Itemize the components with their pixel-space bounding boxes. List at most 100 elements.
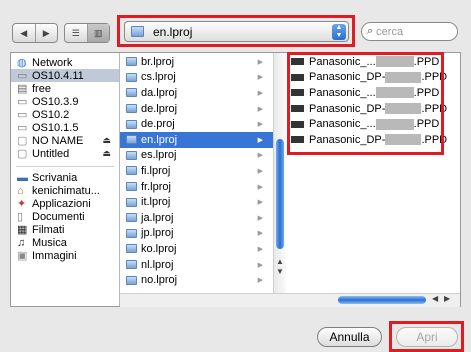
folder-scroll-thumb[interactable]	[276, 139, 284, 249]
scroll-up-icon[interactable]: ▲	[276, 257, 284, 266]
folder-label: de.proj	[141, 118, 175, 131]
search-field[interactable]: ⌕ cerca	[361, 22, 458, 41]
blank-disk-icon: ▢	[17, 134, 28, 147]
folder-icon	[126, 197, 137, 207]
places-list: ▬ Scrivania ⌂ kenichimatu... ✦ Applicazioni ▯ D…	[11, 171, 119, 262]
folder-row[interactable]: de.lproj ▶	[120, 101, 273, 117]
sidebar-item[interactable]: ▢ NO NAME ⏏	[11, 134, 119, 147]
folder-label: ko.lproj	[141, 242, 177, 255]
folder-row[interactable]: no.lproj ▶	[120, 272, 273, 288]
sidebar-item[interactable]: ▢ Untitled ⏏	[11, 147, 119, 160]
folder-icon	[126, 213, 137, 223]
folder-column: br.lproj ▶ cs.lproj ▶ da.lproj ▶ de.lproj ▶ de.p…	[120, 53, 274, 293]
back-forward-control: ◀ ▶	[12, 23, 58, 43]
folder-row[interactable]: es.lproj ▶	[120, 148, 273, 164]
sidebar-item[interactable]: ▭ OS10.4.11	[11, 69, 119, 82]
disclosure-arrow-icon: ▶	[257, 152, 263, 160]
highlight-open	[389, 321, 464, 352]
disclosure-arrow-icon: ▶	[257, 214, 263, 222]
blank-disk-icon: ▢	[17, 147, 28, 160]
sidebar-item-label: Untitled	[32, 147, 70, 160]
folder-icon	[126, 275, 137, 285]
folder-row[interactable]: ko.lproj ▶	[120, 241, 273, 257]
search-icon: ⌕	[367, 25, 374, 37]
sidebar-item[interactable]: ♫ Musica	[11, 236, 119, 249]
sidebar-item[interactable]: ▣ Immagini	[11, 249, 119, 262]
disclosure-arrow-icon: ▶	[257, 230, 263, 238]
folder-column-scrollbar[interactable]: ▲ ▼	[273, 53, 286, 293]
sidebar-item-label: Scrivania	[32, 171, 78, 184]
sidebar-item[interactable]: ⌂ kenichimatu...	[11, 184, 119, 197]
sidebar-item-label: OS10.3.9	[32, 95, 79, 108]
sidebar-item[interactable]: ▬ Scrivania	[11, 171, 119, 184]
cancel-button-label: Annulla	[329, 330, 370, 344]
folder-label: jp.lproj	[141, 227, 174, 240]
disclosure-arrow-icon: ▶	[257, 183, 263, 191]
folder-row[interactable]: ja.lproj ▶	[120, 210, 273, 226]
folder-row[interactable]: br.lproj ▶	[120, 54, 273, 70]
folder-icon	[126, 228, 137, 238]
folder-icon	[126, 72, 137, 82]
hard-disk-icon: ▭	[17, 121, 28, 134]
column-view-icon: ▥	[93, 27, 103, 38]
hard-disk-icon: ▭	[17, 108, 28, 121]
sidebar-item-label: Applicazioni	[32, 197, 91, 210]
sidebar-item[interactable]: ▭ OS10.1.5	[11, 121, 119, 134]
folder-icon	[126, 135, 137, 145]
folder-row[interactable]: fr.lproj ▶	[120, 179, 273, 195]
document-icon: ▤	[17, 82, 28, 95]
horizontal-scroll-thumb[interactable]	[338, 296, 426, 304]
folder-icon	[126, 150, 137, 160]
disclosure-arrow-icon: ▶	[257, 105, 263, 113]
home-icon: ⌂	[17, 184, 24, 197]
folder-row[interactable]: de.proj ▶	[120, 116, 273, 132]
highlight-files	[287, 52, 444, 155]
eject-icon[interactable]: ⏏	[102, 135, 111, 146]
sidebar-item-label: Documenti	[32, 210, 85, 223]
folder-row[interactable]: fi.lproj ▶	[120, 163, 273, 179]
disclosure-arrow-icon: ▶	[257, 261, 263, 269]
folder-label: no.lproj	[141, 274, 178, 287]
eject-icon[interactable]: ⏏	[102, 148, 111, 159]
sidebar-item-label: Musica	[32, 236, 67, 249]
folder-row[interactable]: en.lproj ▶	[120, 131, 273, 148]
column-view-button[interactable]: ▥	[86, 24, 109, 42]
sidebar-item[interactable]: ▯ Documenti	[11, 210, 119, 223]
folder-row[interactable]: it.lproj ▶	[120, 194, 273, 210]
folder-icon	[126, 182, 137, 192]
devices-list: ◍ Network ▭ OS10.4.11 ▤ free ▭ OS10.3.9 ▭ OS10.2 ▭…	[11, 53, 119, 160]
sidebar-item[interactable]: ▦ Filmati	[11, 223, 119, 236]
folder-row[interactable]: jp.lproj ▶	[120, 226, 273, 242]
sidebar-item[interactable]: ▭ OS10.2	[11, 108, 119, 121]
sidebar-item-label: OS10.2	[32, 108, 70, 121]
sidebar-item[interactable]: ▭ OS10.3.9	[11, 95, 119, 108]
cancel-button[interactable]: Annulla	[317, 327, 382, 347]
forward-button[interactable]: ▶	[34, 24, 58, 42]
forward-arrow-icon: ▶	[42, 27, 50, 38]
sidebar-divider	[16, 166, 114, 167]
documents-icon: ▯	[17, 210, 24, 223]
pictures-icon: ▣	[17, 249, 28, 262]
sidebar-item-label: NO NAME	[32, 134, 84, 147]
folder-row[interactable]: da.lproj ▶	[120, 85, 273, 101]
scroll-left-icon[interactable]: ◀	[432, 294, 438, 303]
folder-row[interactable]: nl.lproj ▶	[120, 257, 273, 273]
folder-label: cs.lproj	[141, 71, 176, 84]
sidebar-item[interactable]: ◍ Network	[11, 56, 119, 69]
list-view-button[interactable]: ☰	[65, 24, 87, 42]
disclosure-arrow-icon: ▶	[257, 277, 263, 285]
scroll-right-icon[interactable]: ▶	[444, 294, 450, 303]
sidebar-item-label: Filmati	[32, 223, 65, 236]
sidebar-item-label: Immagini	[32, 249, 77, 262]
folder-label: ja.lproj	[141, 211, 174, 224]
scroll-down-icon[interactable]: ▼	[276, 267, 284, 276]
sidebar-item[interactable]: ▤ free	[11, 82, 119, 95]
folder-row[interactable]: cs.lproj ▶	[120, 70, 273, 86]
sidebar-item[interactable]: ✦ Applicazioni	[11, 197, 119, 210]
horizontal-scrollbar[interactable]: ◀ ▶	[120, 293, 460, 307]
folder-icon	[126, 104, 137, 114]
disclosure-arrow-icon: ▶	[257, 245, 263, 253]
back-button[interactable]: ◀	[13, 24, 35, 42]
sidebar: ◍ Network ▭ OS10.4.11 ▤ free ▭ OS10.3.9 ▭ OS10.2 ▭…	[11, 53, 120, 306]
music-icon: ♫	[17, 236, 26, 249]
